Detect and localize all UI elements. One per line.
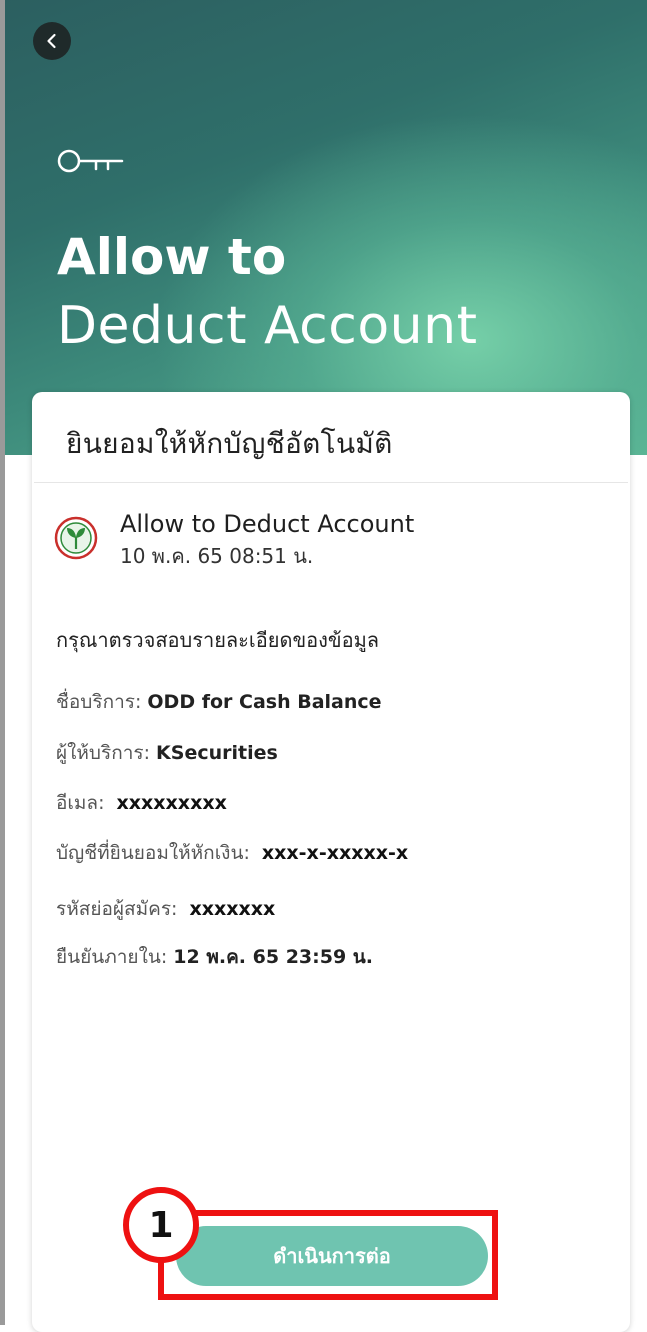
detail-label: ผู้ให้บริการ:	[56, 742, 150, 764]
detail-value: xxx-x-xxxxx-x	[255, 840, 415, 866]
detail-value: 12 พ.ค. 65 23:59 น.	[173, 946, 373, 968]
detail-value: xxxxxxxxx	[110, 790, 233, 816]
chevron-left-icon	[47, 33, 56, 49]
detail-label: ชื่อบริการ:	[56, 691, 142, 713]
detail-row-provider: ผู้ให้บริการ: KSecurities	[56, 738, 278, 768]
detail-value: KSecurities	[156, 742, 278, 764]
notification-title: Allow to Deduct Account	[120, 510, 415, 538]
detail-row-applicant-code: รหัสย่อผู้สมัคร: xxxxxxx	[56, 894, 282, 924]
detail-value: xxxxxxx	[183, 896, 282, 922]
card-title: ยินยอมให้หักบัญชีอัตโนมัติ	[66, 427, 393, 460]
detail-value: ODD for Cash Balance	[147, 691, 382, 713]
detail-label: อีเมล:	[56, 792, 105, 814]
detail-label: รหัสย่อผู้สมัคร:	[56, 898, 178, 920]
detail-row-email: อีเมล: xxxxxxxxx	[56, 788, 233, 818]
highlight-box	[158, 1210, 498, 1300]
detail-row-service: ชื่อบริการ: ODD for Cash Balance	[56, 687, 382, 717]
page-title: Allow to Deduct Account	[57, 232, 477, 352]
detail-row-confirm-within: ยืนยันภายใน: 12 พ.ค. 65 23:59 น.	[56, 942, 373, 972]
key-icon	[57, 149, 124, 173]
window-edge	[0, 0, 5, 1325]
page-title-line1: Allow to	[57, 228, 287, 286]
notification-time: 10 พ.ค. 65 08:51 น.	[120, 544, 314, 568]
detail-row-account: บัญชีที่ยินยอมให้หักเงิน: xxx-x-xxxxx-x	[56, 838, 415, 868]
consent-card: ยินยอมให้หักบัญชีอัตโนมัติ Allow to Dedu…	[32, 392, 630, 1332]
page-title-line2: Deduct Account	[57, 296, 478, 356]
back-button[interactable]	[33, 22, 71, 60]
detail-label: บัญชีที่ยินยอมให้หักเงิน:	[56, 842, 250, 864]
step-badge: 1	[123, 1187, 199, 1263]
card-divider	[34, 482, 628, 483]
check-details-text: กรุณาตรวจสอบรายละเอียดของข้อมูล	[56, 628, 380, 652]
kbank-logo	[54, 516, 98, 560]
detail-label: ยืนยันภายใน:	[56, 946, 168, 968]
